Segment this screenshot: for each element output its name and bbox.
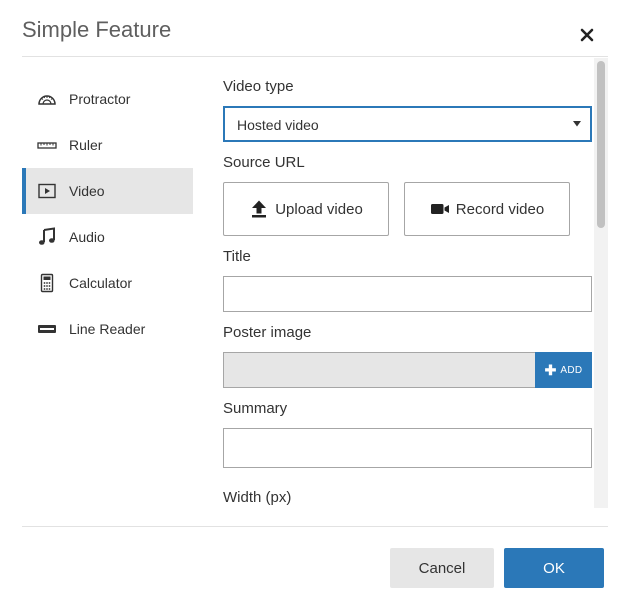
summary-input[interactable]	[224, 429, 591, 467]
poster-image-field[interactable]	[223, 352, 535, 388]
caret-down-icon	[573, 121, 581, 127]
record-video-label: Record video	[455, 200, 545, 218]
feature-form: Video type Hosted video Source URL Uploa…	[223, 58, 595, 508]
nav-item-label: Calculator	[69, 275, 133, 291]
summary-label: Summary	[223, 400, 288, 417]
ruler-icon	[37, 135, 57, 155]
video-type-select[interactable]: Hosted video	[223, 106, 592, 142]
nav-item-video[interactable]: Video	[22, 168, 193, 214]
nav-item-label: Video	[69, 183, 105, 199]
title-label: Title	[223, 248, 251, 265]
record-video-button[interactable]: Record video	[404, 182, 570, 236]
nav-item-protractor[interactable]: Protractor	[22, 76, 193, 122]
line-reader-icon	[37, 319, 57, 339]
upload-icon	[252, 200, 267, 218]
nav-item-label: Ruler	[69, 137, 103, 153]
header-divider	[22, 56, 608, 57]
add-label: ADD	[560, 364, 583, 376]
nav-item-ruler[interactable]: Ruler	[22, 122, 193, 168]
upload-video-button[interactable]: Upload video	[223, 182, 389, 236]
summary-input-wrap	[223, 428, 592, 468]
nav-item-label: Line Reader	[69, 321, 146, 337]
video-camera-icon	[430, 204, 449, 214]
dialog-title: Simple Feature	[22, 17, 172, 42]
ok-button[interactable]: OK	[504, 548, 604, 588]
nav-item-audio[interactable]: Audio	[22, 214, 193, 260]
form-scrollbar[interactable]	[594, 58, 608, 508]
footer-divider	[22, 526, 608, 527]
calculator-icon	[37, 273, 57, 293]
poster-image-label: Poster image	[223, 324, 312, 341]
close-icon	[580, 28, 594, 42]
video-icon	[37, 181, 57, 201]
title-input[interactable]	[224, 277, 591, 311]
feature-nav: Protractor Ruler Video Audio Calculator	[22, 76, 193, 352]
protractor-icon	[37, 89, 57, 109]
video-type-value: Hosted video	[237, 117, 319, 133]
close-button[interactable]	[574, 22, 600, 48]
title-input-wrap	[223, 276, 592, 312]
music-note-icon	[37, 227, 57, 247]
nav-item-label: Audio	[69, 229, 105, 245]
scrollbar-thumb[interactable]	[597, 61, 605, 228]
cancel-button[interactable]: Cancel	[390, 548, 494, 588]
add-poster-button[interactable]: ✚ ADD	[535, 352, 592, 388]
nav-item-label: Protractor	[69, 91, 131, 107]
video-type-label: Video type	[223, 78, 294, 95]
plus-icon: ✚	[544, 362, 557, 378]
nav-item-line-reader[interactable]: Line Reader	[22, 306, 193, 352]
width-label: Width (px)	[223, 489, 292, 506]
nav-item-calculator[interactable]: Calculator	[22, 260, 193, 306]
upload-video-label: Upload video	[275, 200, 363, 218]
source-url-label: Source URL	[223, 154, 305, 171]
